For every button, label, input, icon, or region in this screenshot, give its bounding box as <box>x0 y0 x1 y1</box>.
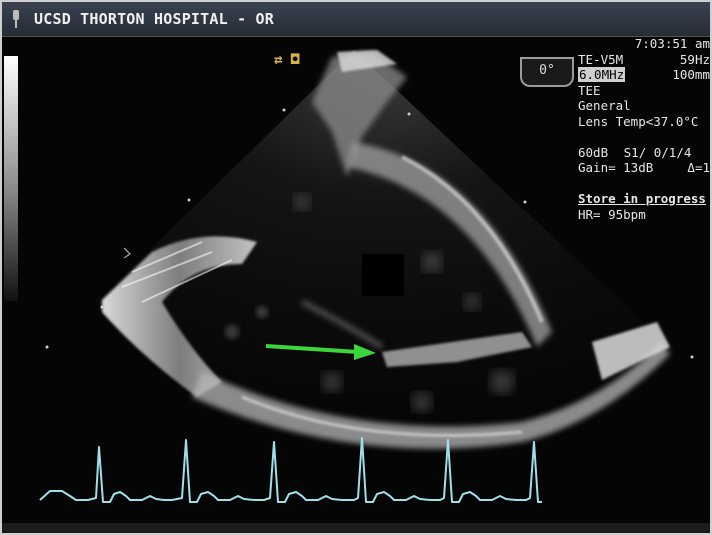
preset: General <box>578 98 631 113</box>
probe-model: TE-V5M <box>578 51 624 67</box>
probe-angle-indicator: 0° <box>520 57 574 87</box>
frame-rate: 59Hz <box>679 51 710 67</box>
frequency: 6.0MHz <box>578 67 626 82</box>
orientation-marker: ⇄ ◘ <box>274 52 300 68</box>
scan-settings: S1/ 0/1/4 <box>623 144 692 160</box>
sector-edge-marker <box>123 247 131 259</box>
lens-temperature: Lens Temp<37.0°C <box>578 113 699 129</box>
dynamic-range: 60dB <box>578 144 609 160</box>
ultrasound-display: UCSD THORTON HOSPITAL - OR ⇄ ◘ 0° 7:03:5… <box>0 0 712 535</box>
info-panel: 7:03:51 am TE-V5M 59Hz 6.0MHz 100mm TEE … <box>578 36 712 222</box>
imaging-mode: TEE <box>578 82 601 98</box>
delta-value: Δ=1 <box>687 160 710 175</box>
clock: 7:03:51 am <box>634 36 710 51</box>
depth: 100mm <box>672 67 710 82</box>
heart-rate: HR= 95bpm <box>578 206 646 222</box>
store-status: Store in progress <box>578 191 706 206</box>
redaction-box <box>362 254 404 296</box>
bottom-strip <box>2 523 710 533</box>
gain: Gain= 13dB <box>578 160 654 175</box>
